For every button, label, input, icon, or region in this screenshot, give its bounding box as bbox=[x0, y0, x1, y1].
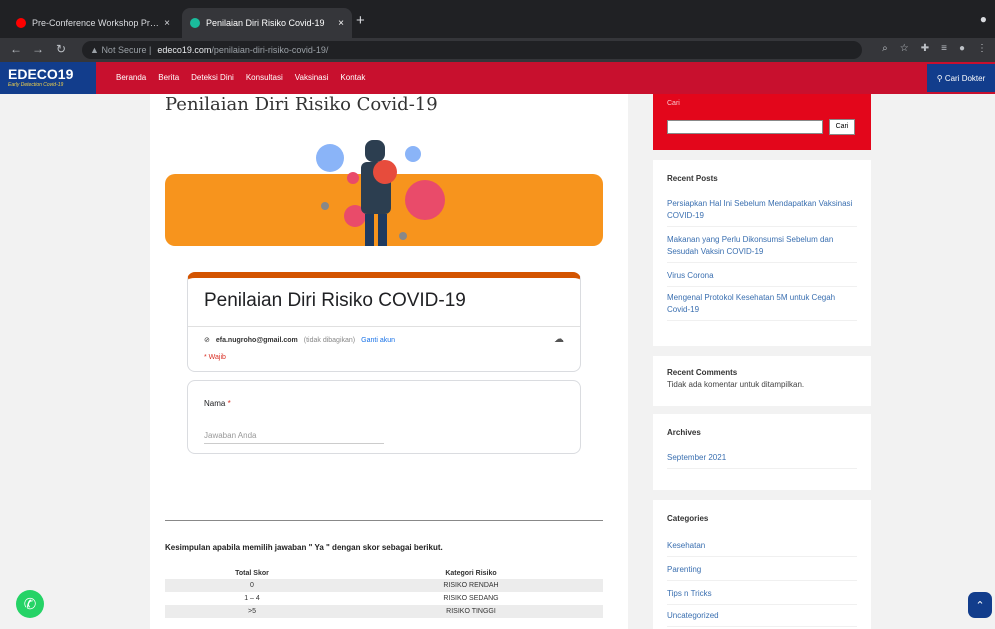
address-bar[interactable]: ▲ Not Secure | edeco19.com/penilaian-dir… bbox=[82, 41, 862, 59]
category-link[interactable]: Parenting bbox=[667, 564, 857, 581]
menu-item-vaksinasi[interactable]: Vaksinasi bbox=[295, 73, 329, 82]
browser-tab-inactive[interactable]: Pre-Conference Workshop Pr… × bbox=[8, 8, 178, 38]
recent-post-link[interactable]: Persiapkan Hal Ini Sebelum Mendapatkan V… bbox=[667, 198, 857, 227]
table-header: Kategori Risiko bbox=[445, 570, 497, 577]
logo-tagline: Early Detection Covid-19 bbox=[8, 82, 64, 88]
whatsapp-chat-icon[interactable]: ✆ bbox=[16, 590, 44, 618]
browser-tab-strip: Pre-Conference Workshop Pr… × Penilaian … bbox=[0, 0, 995, 38]
recent-comments-widget: Recent Comments Tidak ada komentar untuk… bbox=[653, 356, 871, 406]
required-note: * Wajib bbox=[204, 354, 226, 361]
search-label: Cari bbox=[667, 100, 680, 107]
category-link[interactable]: Kesehatan bbox=[667, 540, 857, 557]
browser-toolbar: ← → ↻ ▲ Not Secure | edeco19.com/penilai… bbox=[0, 38, 995, 62]
table-header: Total Skor bbox=[235, 570, 269, 577]
menu-item-beranda[interactable]: Beranda bbox=[116, 73, 146, 82]
cari-dokter-button[interactable]: ⚲ Cari Dokter bbox=[927, 64, 995, 92]
extension-icon[interactable]: ✚ bbox=[921, 43, 929, 54]
question-label: Nama * bbox=[204, 399, 231, 408]
search-icon: ⚲ bbox=[936, 73, 943, 83]
table-row: 0 RISIKO RENDAH bbox=[165, 579, 603, 592]
back-to-top-icon[interactable]: ⌃ bbox=[968, 592, 992, 618]
form-account-line: ⊘ efa.nugroho@gmail.com (tidak dibagikan… bbox=[204, 336, 395, 345]
table-row: >5 RISIKO TINGGI bbox=[165, 605, 603, 618]
recent-post-link[interactable]: Makanan yang Perlu Dikonsumsi Sebelum da… bbox=[667, 234, 857, 263]
categories-widget: Categories Kesehatan Parenting Tips n Tr… bbox=[653, 500, 871, 629]
kebab-menu-icon[interactable]: ⋮ bbox=[977, 43, 987, 54]
site-logo[interactable]: EDECO19 Early Detection Covid-19 bbox=[0, 62, 96, 94]
email-note: (tidak dibagikan) bbox=[303, 336, 356, 344]
divider bbox=[165, 520, 603, 521]
nama-input[interactable]: Jawaban Anda bbox=[204, 431, 384, 444]
category-link[interactable]: Uncategorized bbox=[667, 610, 857, 627]
main-menu: Beranda Berita Deteksi Dini Konsultasi V… bbox=[116, 73, 365, 82]
search-button[interactable]: Cari bbox=[829, 119, 855, 135]
widget-title: Recent Posts bbox=[667, 174, 718, 183]
url-path: /penilaian-diri-risiko-covid-19/ bbox=[211, 45, 329, 55]
logo-text: EDECO19 bbox=[8, 66, 74, 82]
form-question-card: Nama * Jawaban Anda bbox=[187, 380, 581, 454]
tab-title: Penilaian Diri Risiko Covid-19 bbox=[206, 18, 325, 28]
site-favicon-icon bbox=[190, 18, 200, 28]
browser-tab-active[interactable]: Penilaian Diri Risiko Covid-19 × bbox=[182, 8, 352, 38]
toolbar-icons: ⌕ ☆ ✚ ≡ ● ⋮ bbox=[882, 43, 987, 54]
cari-dokter-label: Cari Dokter bbox=[944, 73, 986, 83]
url-host: edeco19.com bbox=[157, 45, 212, 55]
new-tab-icon[interactable]: + bbox=[356, 12, 365, 29]
widget-title: Archives bbox=[667, 428, 701, 437]
archive-link[interactable]: September 2021 bbox=[667, 452, 857, 469]
media-icon[interactable]: ≡ bbox=[941, 43, 947, 54]
menu-item-kontak[interactable]: Kontak bbox=[340, 73, 365, 82]
site-header: EDECO19 Early Detection Covid-19 Beranda… bbox=[0, 62, 995, 94]
switch-account-link[interactable]: Ganti akun bbox=[361, 337, 395, 344]
google-form-header-card: Penilaian Diri Risiko COVID-19 ⊘ efa.nug… bbox=[187, 272, 581, 372]
table-row: 1 – 4 RISIKO SEDANG bbox=[244, 595, 499, 602]
youtube-favicon-icon bbox=[16, 18, 26, 28]
account-email: efa.nugroho@gmail.com bbox=[215, 336, 298, 344]
no-comments-text: Tidak ada komentar untuk ditampilkan. bbox=[667, 380, 805, 389]
hidden-eye-icon: ⊘ bbox=[204, 337, 210, 344]
recent-posts-widget: Recent Posts Persiapkan Hal Ini Sebelum … bbox=[653, 160, 871, 346]
security-label: Not Secure bbox=[101, 45, 147, 55]
widget-title: Recent Comments bbox=[667, 368, 738, 377]
bookmark-star-icon[interactable]: ☆ bbox=[900, 43, 909, 54]
close-tab-icon[interactable]: × bbox=[164, 18, 170, 29]
back-icon[interactable]: ← bbox=[10, 42, 22, 56]
search-widget: Cari Cari bbox=[653, 94, 871, 150]
close-tab-icon[interactable]: × bbox=[338, 18, 344, 29]
cloud-save-icon: ☁ bbox=[554, 334, 564, 345]
risk-score-table: Total Skor Kategori Risiko 0 RISIKO REND… bbox=[165, 568, 603, 618]
forward-icon[interactable]: → bbox=[32, 42, 44, 56]
doctor-illustration bbox=[361, 140, 397, 246]
widget-title: Categories bbox=[667, 514, 709, 523]
category-link[interactable]: Tips n Tricks bbox=[667, 588, 857, 605]
browser-menu-icon[interactable]: ● bbox=[980, 12, 987, 26]
recent-post-link[interactable]: Mengenal Protokol Kesehatan 5M untuk Ceg… bbox=[667, 292, 857, 321]
reload-icon[interactable]: ↻ bbox=[56, 42, 66, 56]
form-title: Penilaian Diri Risiko COVID-19 bbox=[204, 290, 466, 311]
menu-item-berita[interactable]: Berita bbox=[158, 73, 179, 82]
menu-item-deteksi-dini[interactable]: Deteksi Dini bbox=[191, 73, 234, 82]
zoom-icon[interactable]: ⌕ bbox=[882, 43, 888, 54]
profile-icon[interactable]: ● bbox=[959, 43, 965, 54]
recent-post-link[interactable]: Virus Corona bbox=[667, 270, 857, 287]
divider bbox=[188, 326, 580, 327]
menu-item-konsultasi[interactable]: Konsultasi bbox=[246, 73, 283, 82]
conclusion-text: Kesimpulan apabila memilih jawaban " Ya … bbox=[165, 543, 443, 552]
page-title: Penilaian Diri Risiko Covid-19 bbox=[165, 94, 438, 115]
archives-widget: Archives September 2021 bbox=[653, 414, 871, 490]
tab-title: Pre-Conference Workshop Pr… bbox=[32, 18, 159, 28]
banner-illustration bbox=[316, 140, 445, 246]
warning-icon: ▲ bbox=[90, 45, 99, 55]
search-input[interactable] bbox=[667, 120, 823, 134]
